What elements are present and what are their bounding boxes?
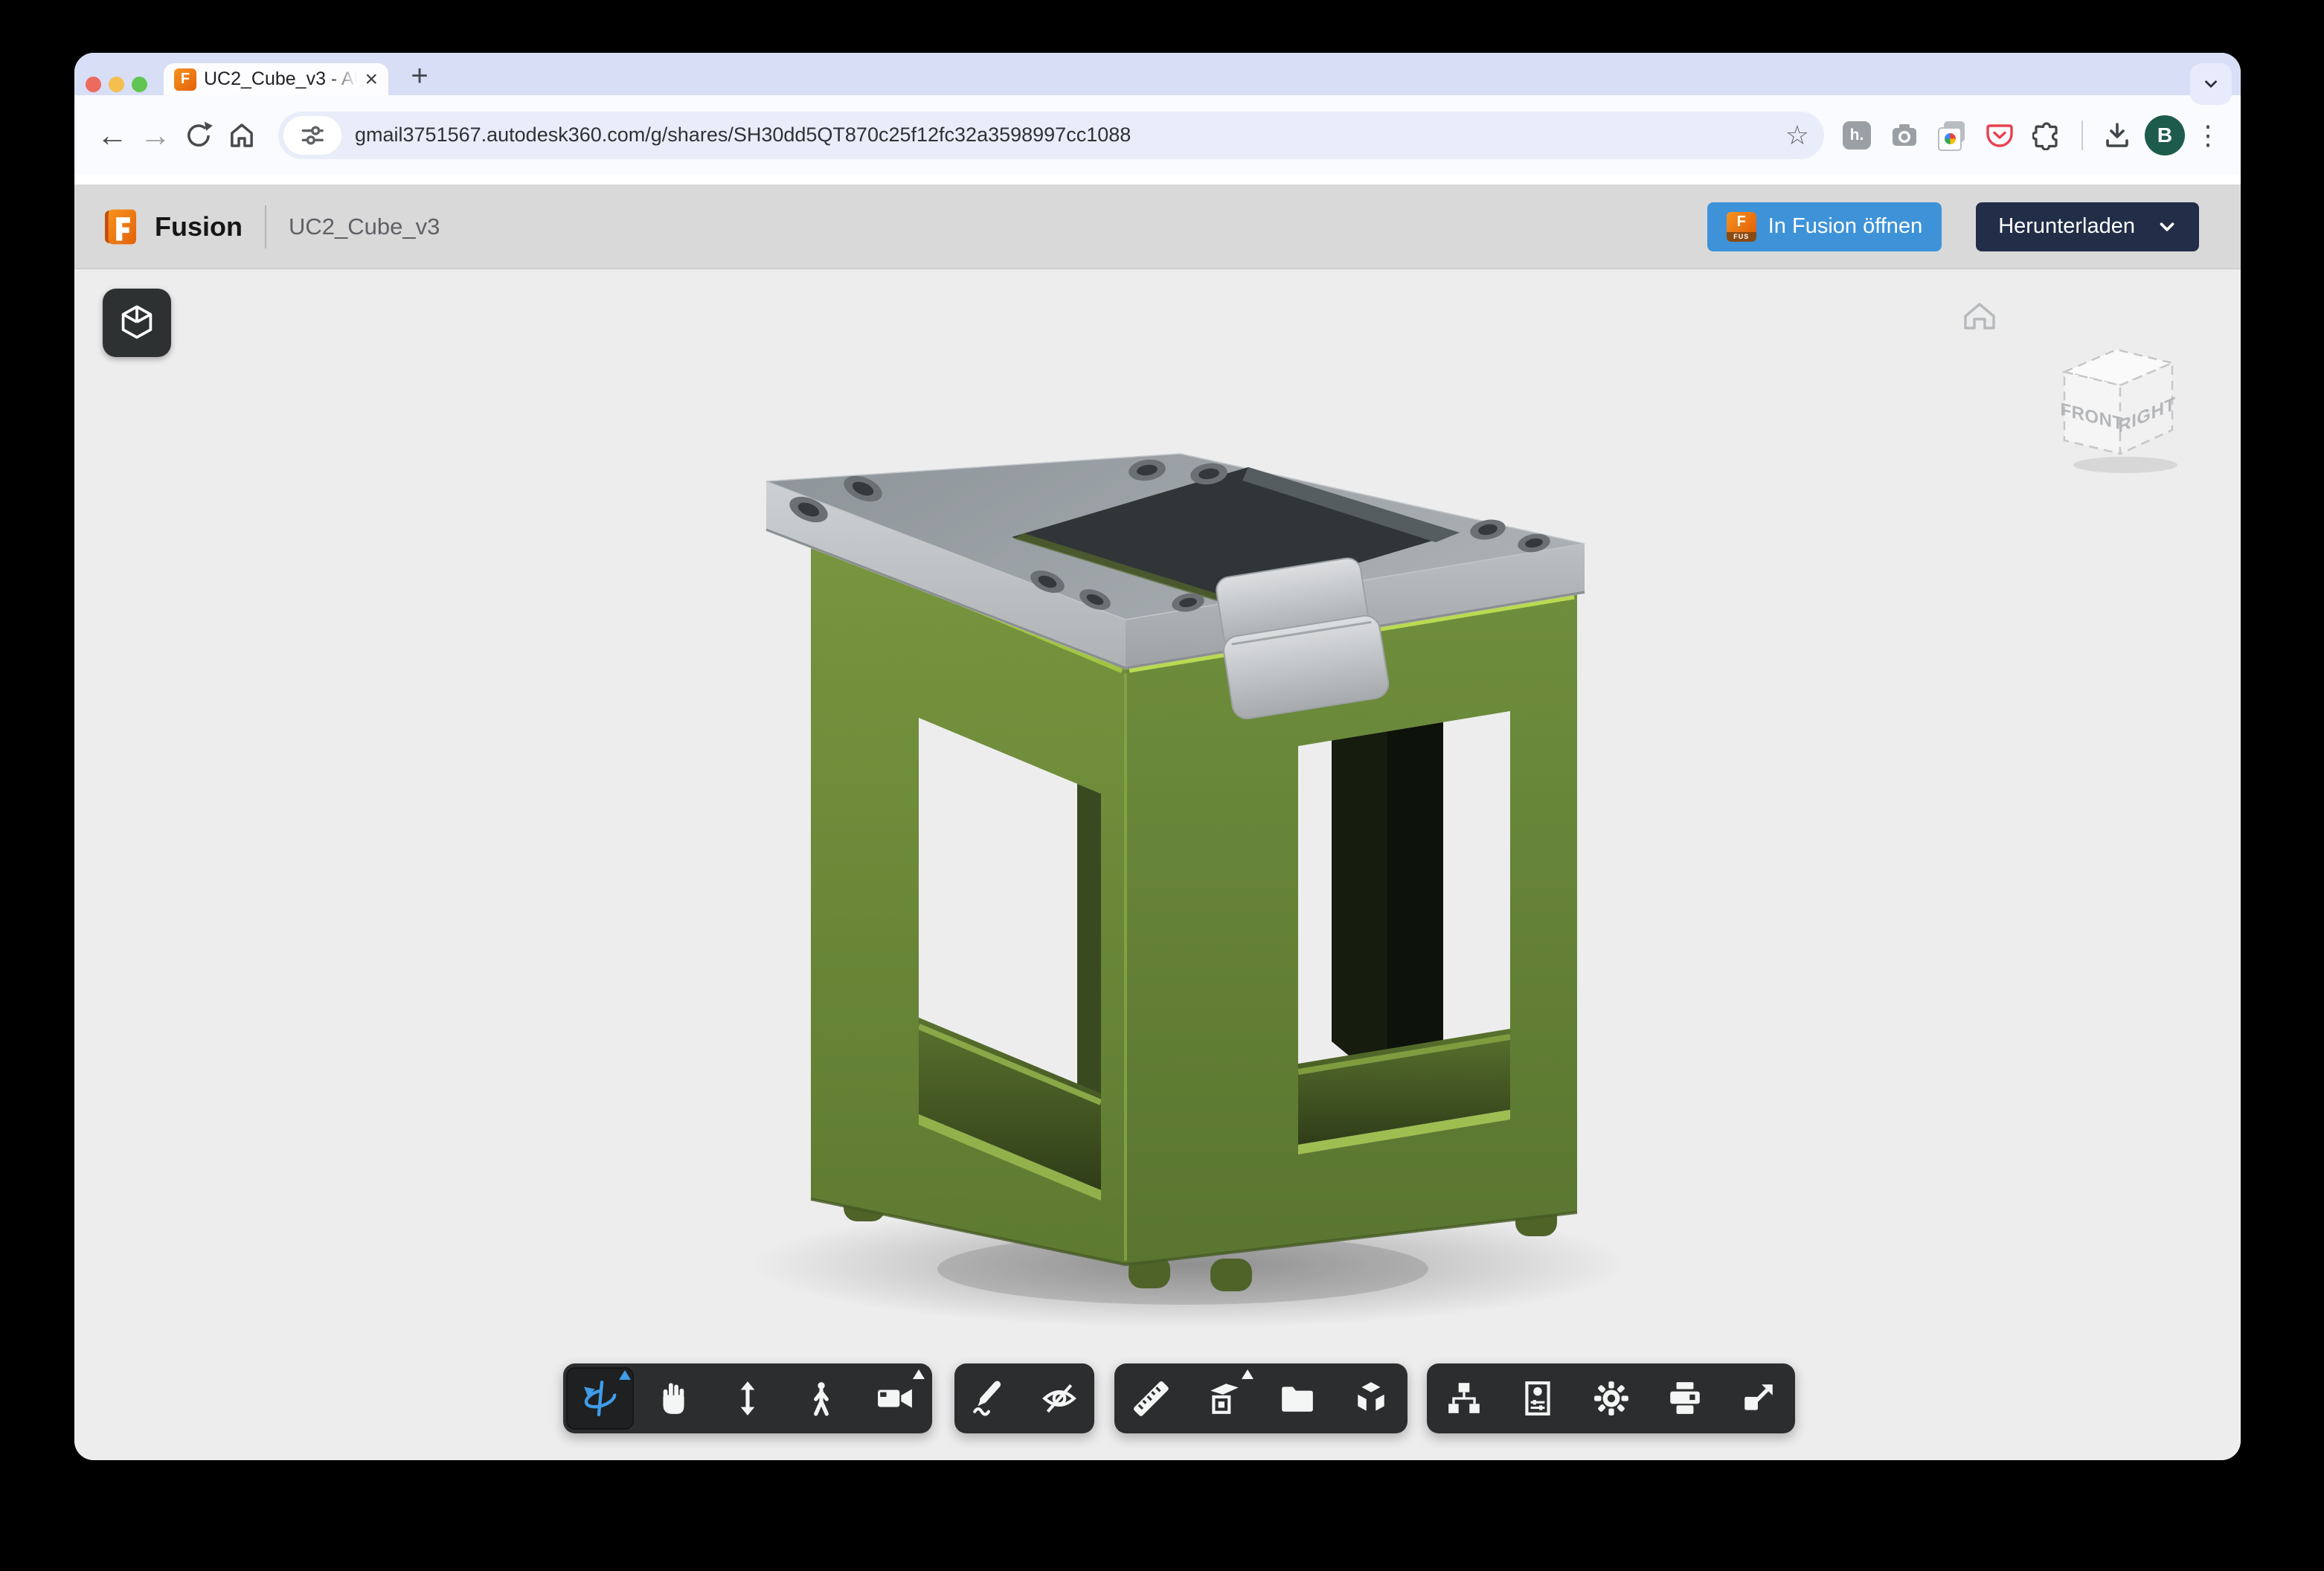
viewcube-home-icon[interactable] [1965, 304, 1994, 328]
download-menu-button[interactable]: Herunterladen [1976, 202, 2199, 251]
camera-button[interactable] [858, 1363, 932, 1433]
chevron-down-icon [2157, 217, 2177, 237]
home-button[interactable] [220, 114, 263, 157]
minimize-window-button[interactable] [109, 77, 124, 92]
fusion-favicon-icon: F [174, 68, 196, 91]
3d-scene[interactable]: FRONT RIGHT [74, 269, 2241, 1460]
download-icon [2102, 121, 2132, 150]
dock-tools-group [1114, 1363, 1407, 1433]
print-button[interactable] [1648, 1363, 1721, 1433]
open-in-fusion-label: In Fusion öffnen [1768, 214, 1922, 239]
extension-screenshot-button[interactable] [1884, 115, 1925, 156]
folder-icon [1279, 1380, 1316, 1417]
viewcube[interactable]: FRONT RIGHT [2060, 350, 2177, 473]
browser-toolbar: ← → gmail3751567.autodesk360.com/g/share… [74, 95, 2241, 175]
downloads-button[interactable] [2096, 115, 2138, 156]
puzzle-icon [2032, 121, 2062, 150]
orbit-dropdown-icon[interactable] [619, 1370, 631, 1380]
section-analysis-button[interactable] [1188, 1363, 1262, 1433]
site-settings-chip[interactable] [283, 116, 341, 155]
explode-model-button[interactable] [1335, 1363, 1408, 1433]
dock-navigation-group [563, 1363, 932, 1433]
zoom-button[interactable] [710, 1363, 784, 1433]
fusion-logo-icon [100, 206, 141, 248]
brand-name: Fusion [155, 211, 243, 242]
camera-icon [876, 1380, 914, 1417]
model-browser-toggle-button[interactable] [103, 289, 171, 357]
avatar: B [2145, 115, 2185, 155]
profile-button[interactable]: B [2144, 115, 2186, 156]
open-in-fusion-button[interactable]: F FUS In Fusion öffnen [1707, 202, 1942, 251]
walk-button[interactable] [785, 1363, 858, 1433]
tab-title: UC2_Cube_v3 - AUTODESK F [204, 68, 357, 90]
dock-markup-group [954, 1363, 1094, 1433]
toolbar-divider [2081, 121, 2083, 150]
forward-button[interactable]: → [134, 114, 177, 157]
tab-search-button[interactable] [2190, 63, 2232, 105]
walk-person-icon [803, 1380, 840, 1417]
header-divider [265, 205, 266, 248]
measure-button[interactable] [1114, 1363, 1188, 1433]
close-window-button[interactable] [86, 77, 101, 92]
settings-button[interactable] [1574, 1363, 1648, 1433]
tab-strip: F UC2_Cube_v3 - AUTODESK F × + [74, 53, 2241, 95]
fusion-badge-icon: F FUS [1727, 212, 1756, 242]
camera-dropdown-icon[interactable] [913, 1369, 925, 1379]
camera-extension-icon [1890, 121, 1919, 150]
url-text[interactable]: gmail3751567.autodesk360.com/g/shares/SH… [355, 123, 1776, 147]
photos-extension-icon [1938, 121, 1966, 150]
hide-markup-button[interactable] [1024, 1363, 1094, 1433]
pan-button[interactable] [637, 1363, 710, 1433]
zoom-window-button[interactable] [132, 77, 147, 92]
new-tab-button[interactable]: + [403, 60, 436, 92]
extension-h-button[interactable]: h. [1836, 115, 1878, 156]
tree-icon [1445, 1380, 1483, 1417]
ruler-icon [1132, 1380, 1169, 1417]
cube-outline-icon [118, 303, 156, 342]
tune-icon [299, 122, 326, 149]
bookmark-star-icon[interactable]: ☆ [1785, 120, 1809, 151]
tab-close-icon[interactable]: × [365, 68, 378, 91]
viewer-canvas[interactable]: FRONT RIGHT [74, 269, 2241, 1460]
pan-hand-icon [655, 1380, 693, 1417]
properties-button[interactable] [1500, 1363, 1574, 1433]
reload-icon [183, 120, 214, 151]
explode-cube-icon [1352, 1380, 1390, 1417]
h-extension-icon: h. [1843, 121, 1871, 150]
printer-icon [1666, 1380, 1704, 1417]
dock-panels-group [1427, 1363, 1795, 1433]
section-icon [1206, 1380, 1243, 1417]
page-top-gap [74, 175, 2241, 184]
extensions-row: h. B ⋮ [1836, 115, 2224, 156]
orbit-button[interactable] [563, 1363, 637, 1433]
traffic-lights [86, 77, 147, 92]
document-title: UC2_Cube_v3 [289, 213, 440, 240]
fullscreen-button[interactable] [1721, 1363, 1795, 1433]
browser-window: F UC2_Cube_v3 - AUTODESK F × + ← → gmail… [74, 53, 2241, 1460]
markup-button[interactable] [954, 1363, 1024, 1433]
properties-panel-icon [1519, 1380, 1556, 1417]
browser-folder-button[interactable] [1261, 1363, 1335, 1433]
markup-pencil-icon [971, 1380, 1008, 1417]
extensions-menu-button[interactable] [2026, 115, 2068, 156]
fullscreen-icon [1740, 1380, 1777, 1417]
extension-photos-button[interactable] [1931, 115, 1973, 156]
omnibox[interactable]: gmail3751567.autodesk360.com/g/shares/SH… [278, 112, 1824, 159]
reload-button[interactable] [177, 114, 220, 157]
home-icon [226, 120, 257, 151]
model-tree-button[interactable] [1427, 1363, 1500, 1433]
chevron-down-icon [2201, 74, 2221, 94]
gear-icon [1593, 1380, 1630, 1417]
download-label: Herunterladen [1998, 214, 2135, 239]
browser-menu-button[interactable]: ⋮ [2192, 120, 2224, 151]
back-button[interactable]: ← [91, 114, 134, 157]
fusion-header: Fusion UC2_Cube_v3 F FUS In Fusion öffne… [74, 184, 2241, 269]
zoom-arrows-icon [729, 1380, 766, 1417]
orbit-icon [582, 1380, 619, 1417]
pocket-extension-icon [1985, 121, 2015, 150]
eye-slash-icon [1041, 1380, 1078, 1417]
section-dropdown-icon[interactable] [1242, 1369, 1254, 1379]
extension-pocket-button[interactable] [1979, 115, 2020, 156]
browser-tab[interactable]: F UC2_Cube_v3 - AUTODESK F × [164, 63, 388, 95]
